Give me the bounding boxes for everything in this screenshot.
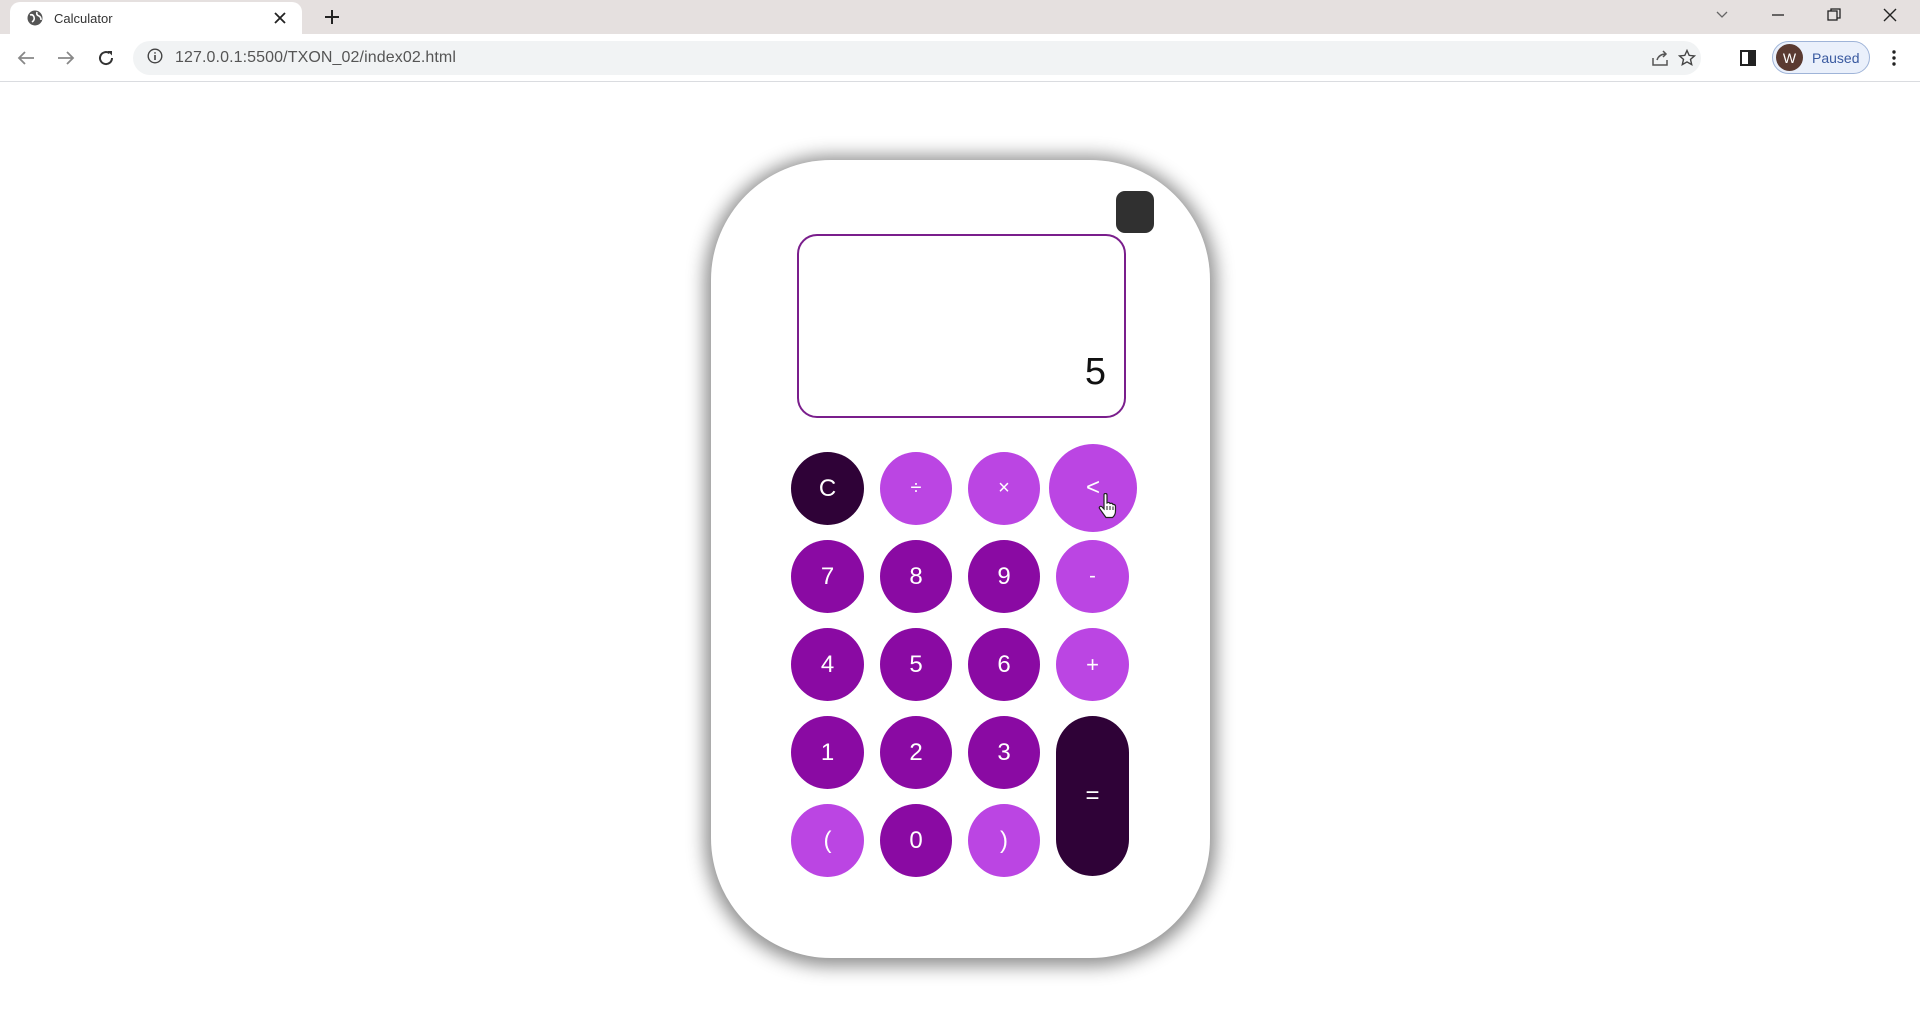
equals-button[interactable]: = bbox=[1056, 716, 1129, 876]
digit-5-button[interactable]: 5 bbox=[880, 628, 952, 701]
hand-cursor-icon bbox=[1098, 492, 1118, 519]
close-paren-button[interactable]: ) bbox=[968, 804, 1040, 877]
open-paren-button[interactable]: ( bbox=[791, 804, 864, 877]
new-tab-button[interactable] bbox=[318, 5, 346, 29]
tab-title: Calculator bbox=[54, 10, 113, 26]
backspace-button[interactable]: < bbox=[1049, 444, 1137, 532]
power-button[interactable] bbox=[1116, 191, 1154, 233]
profile-button[interactable]: W Paused bbox=[1772, 41, 1870, 74]
display-value: 5 bbox=[1084, 351, 1106, 393]
avatar: W bbox=[1776, 44, 1803, 71]
restore-icon[interactable] bbox=[1806, 0, 1862, 30]
divide-button[interactable]: ÷ bbox=[880, 452, 952, 525]
multiply-button[interactable]: × bbox=[968, 452, 1040, 525]
forward-arrow-icon[interactable] bbox=[52, 44, 80, 72]
digit-4-button[interactable]: 4 bbox=[791, 628, 864, 701]
reload-icon[interactable] bbox=[92, 44, 120, 72]
address-bar[interactable]: 127.0.0.1:5500/TXON_02/index02.html bbox=[133, 41, 1701, 75]
minimize-icon[interactable] bbox=[1750, 0, 1806, 30]
globe-icon bbox=[26, 9, 44, 27]
digit-6-button[interactable]: 6 bbox=[968, 628, 1040, 701]
url-text: 127.0.0.1:5500/TXON_02/index02.html bbox=[175, 49, 457, 66]
minus-button[interactable]: - bbox=[1056, 540, 1129, 613]
calculator-body: 5 C ÷ × < 7 8 9 - 4 5 6 + 1 2 3 = ( 0 ) bbox=[711, 160, 1210, 958]
share-icon[interactable] bbox=[1647, 45, 1675, 71]
info-icon[interactable] bbox=[147, 47, 163, 69]
tab-strip: Calculator bbox=[0, 0, 1920, 34]
digit-0-button[interactable]: 0 bbox=[880, 804, 952, 877]
digit-1-button[interactable]: 1 bbox=[791, 716, 864, 789]
plus-button[interactable]: + bbox=[1056, 628, 1129, 701]
digit-9-button[interactable]: 9 bbox=[968, 540, 1040, 613]
clear-button[interactable]: C bbox=[791, 452, 864, 525]
back-arrow-icon[interactable] bbox=[12, 44, 40, 72]
digit-8-button[interactable]: 8 bbox=[880, 540, 952, 613]
digit-7-button[interactable]: 7 bbox=[791, 540, 864, 613]
calculator-display: 5 bbox=[797, 234, 1126, 418]
close-tab-icon[interactable] bbox=[270, 8, 290, 28]
tab-calculator[interactable]: Calculator bbox=[10, 2, 302, 34]
tab-search-icon[interactable] bbox=[1694, 0, 1750, 30]
bookmark-star-icon[interactable] bbox=[1673, 45, 1701, 71]
digit-2-button[interactable]: 2 bbox=[880, 716, 952, 789]
profile-status: Paused bbox=[1812, 49, 1860, 66]
close-window-icon[interactable] bbox=[1862, 0, 1918, 30]
browser-toolbar: 127.0.0.1:5500/TXON_02/index02.html W Pa… bbox=[0, 34, 1920, 82]
digit-3-button[interactable]: 3 bbox=[968, 716, 1040, 789]
more-menu-icon[interactable] bbox=[1880, 44, 1908, 72]
side-panel-icon[interactable] bbox=[1734, 44, 1762, 72]
